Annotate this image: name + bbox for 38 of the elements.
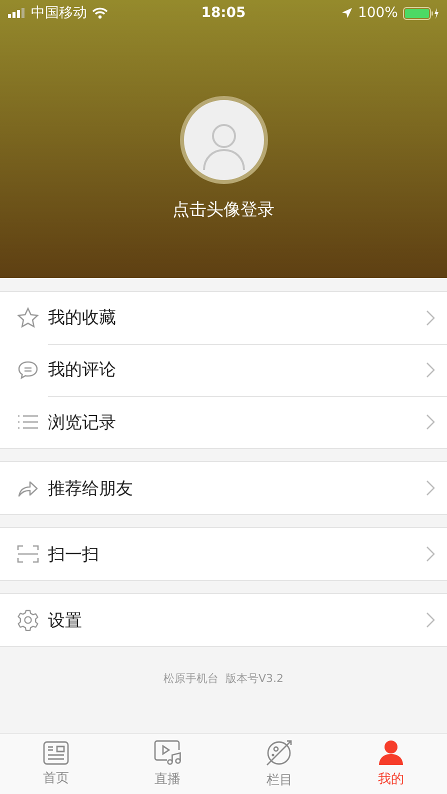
video-music-icon [154, 740, 182, 766]
chevron-right-icon [426, 310, 435, 326]
chevron-right-icon [426, 546, 435, 562]
menu-label: 浏览记录 [48, 412, 116, 434]
status-time: 18:05 [201, 5, 246, 21]
chevron-right-icon [426, 612, 435, 628]
chevron-right-icon [426, 480, 435, 496]
menu-label: 推荐给朋友 [48, 478, 133, 500]
tab[interactable]: 我的 [335, 734, 447, 794]
star-icon [17, 307, 39, 329]
newspaper-icon [42, 741, 69, 765]
person-silhouette-icon [202, 122, 246, 172]
speech-bubble-icon [17, 360, 39, 380]
menu-item[interactable]: 推荐给朋友 [0, 462, 447, 514]
menu-label: 我的评论 [48, 359, 116, 381]
list-icon [17, 414, 39, 430]
wifi-icon [92, 7, 108, 19]
menu-label: 我的收藏 [48, 307, 116, 329]
menu-item[interactable]: 扫一扫 [0, 528, 447, 580]
menu-item[interactable]: 浏览记录 [0, 396, 447, 448]
chevron-right-icon [426, 362, 435, 378]
signal-icon [8, 8, 26, 18]
person-icon [379, 740, 404, 766]
planet-icon [265, 739, 294, 767]
login-prompt[interactable]: 点击头像登录 [172, 198, 274, 221]
menu-item[interactable]: 我的收藏 [0, 292, 447, 344]
carrier-name: 中国移动 [31, 4, 87, 22]
menu-label: 设置 [48, 610, 82, 632]
battery-percent: 100% [358, 5, 398, 21]
settings-icon [17, 609, 39, 631]
version-text: 松原手机台 版本号V3.2 [163, 671, 284, 686]
location-icon [340, 7, 353, 19]
menu-label: 扫一扫 [48, 544, 99, 566]
battery-icon [402, 6, 439, 20]
chevron-right-icon [426, 414, 435, 430]
scan-icon [17, 544, 39, 564]
menu-item[interactable]: 我的评论 [0, 344, 447, 396]
menu-item[interactable]: 设置 [0, 594, 447, 646]
